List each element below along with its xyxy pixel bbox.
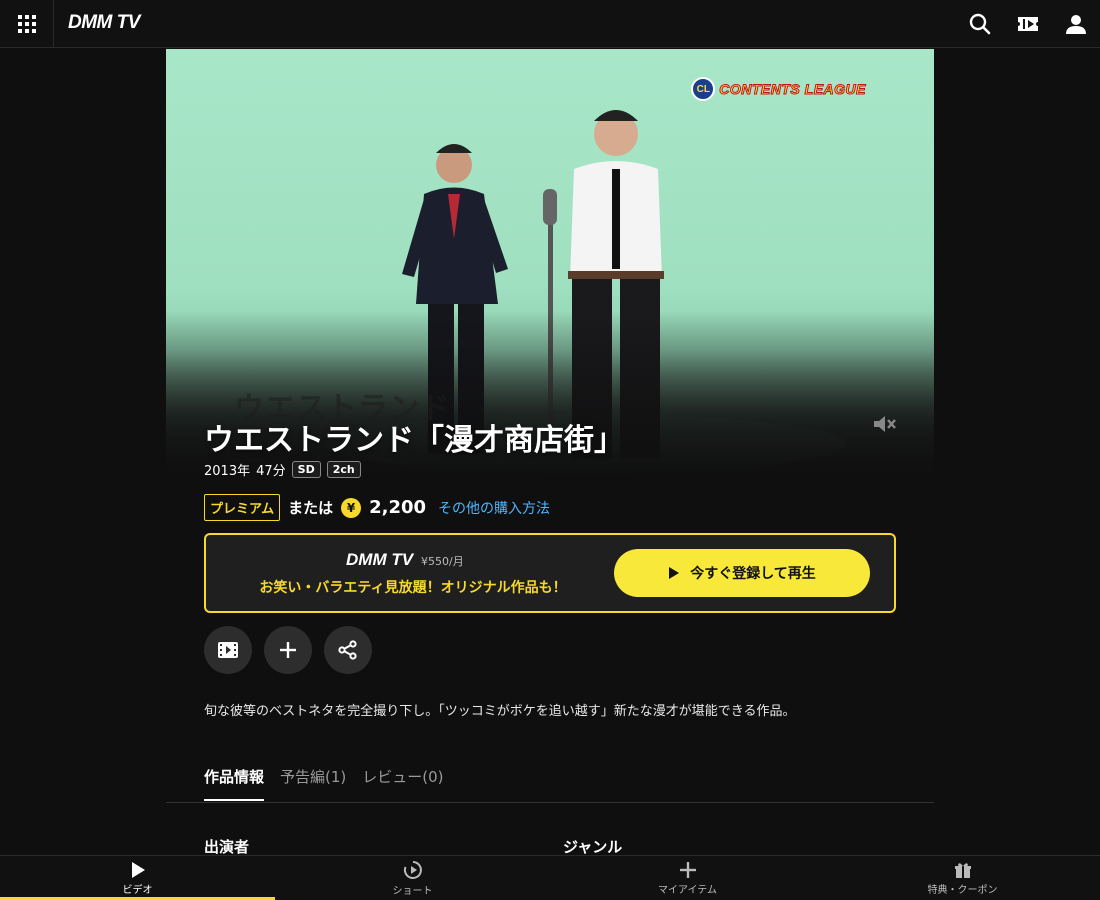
add-icon — [280, 642, 296, 658]
site-logo[interactable]: DMM TV — [68, 12, 140, 34]
add-mylist-button[interactable] — [264, 626, 312, 674]
meta-info: 2013年 47分 SD 2ch — [204, 460, 361, 479]
nav-item-myitem[interactable]: マイアイテム — [550, 856, 825, 900]
price-value: 2,200 — [369, 497, 427, 518]
main-content: CL CONTENTS LEAGUE ウエストランド ウエストランド「漫才商店街… — [166, 49, 934, 855]
action-buttons — [204, 626, 372, 674]
yen-coin-icon: ¥ — [341, 497, 362, 518]
nav-item-short[interactable]: ショート — [275, 856, 550, 900]
short-icon — [403, 860, 422, 879]
quality-badge: SD — [291, 461, 321, 478]
or-label: または — [288, 499, 334, 517]
play-icon — [131, 861, 145, 878]
page-title: ウエストランド「漫才商店街」 — [204, 423, 624, 458]
detail-tabs: 作品情報 予告編(1) レビュー(0) — [204, 766, 444, 801]
nav-item-video[interactable]: ビデオ — [0, 856, 275, 900]
share-button[interactable] — [324, 626, 372, 674]
share-icon — [338, 640, 357, 660]
promo-brand: DMM TV — [346, 550, 414, 569]
nav-label-short: ショート — [392, 885, 433, 897]
premium-badge: プレミアム — [204, 494, 281, 521]
ticket-icon[interactable] — [1014, 10, 1042, 38]
tab-reviews[interactable]: レビュー(0) — [362, 766, 443, 801]
nav-label-myitem: マイアイテム — [658, 884, 717, 896]
cl-text: CONTENTS LEAGUE — [719, 81, 866, 98]
tab-info[interactable]: 作品情報 — [204, 766, 265, 801]
contents-league-logo: CL CONTENTS LEAGUE — [691, 77, 866, 101]
promo-logo: DMM TV ¥550/月 — [346, 550, 464, 570]
other-purchase-link[interactable]: その他の購入方法 — [438, 498, 550, 518]
gift-icon — [954, 862, 971, 878]
genre-heading: ジャンル — [563, 838, 623, 855]
release-year: 2013年 — [204, 464, 251, 479]
duration: 47分 — [256, 464, 286, 479]
nav-label-video: ビデオ — [122, 884, 153, 896]
top-header: DMM TV — [0, 0, 1100, 48]
promo-tagline: お笑い・バラエティ見放題！オリジナル作品も！ — [259, 580, 567, 596]
description: 旬な彼等のベストネタを完全撮り下し。「ツッコミがボケを追い越す」新たな漫才が堪能… — [204, 704, 796, 719]
cast-heading: 出演者 — [204, 838, 250, 855]
grid-menu-icon[interactable] — [0, 0, 54, 48]
trailer-button[interactable] — [204, 626, 252, 674]
subscription-promo: DMM TV ¥550/月 お笑い・バラエティ見放題！オリジナル作品も！ 今すぐ… — [204, 533, 896, 613]
cl-badge: CL — [691, 77, 716, 101]
search-icon[interactable] — [966, 10, 994, 38]
price-row: プレミアム または ¥ 2,200 その他の購入方法 — [204, 494, 550, 521]
audio-badge: 2ch — [326, 461, 361, 478]
tab-trailer[interactable]: 予告編(1) — [280, 766, 346, 801]
register-play-button[interactable]: 今すぐ登録して再生 — [614, 549, 870, 597]
promo-monthly-price: ¥550/月 — [421, 555, 464, 568]
play-icon — [669, 567, 680, 579]
nav-item-coupon[interactable]: 特典・クーポン — [825, 856, 1100, 900]
register-play-label: 今すぐ登録して再生 — [690, 566, 816, 582]
volume-mute-icon[interactable] — [872, 413, 896, 439]
trailer-icon — [218, 642, 238, 658]
plus-icon — [679, 861, 696, 878]
nav-label-coupon: 特典・クーポン — [927, 884, 998, 896]
tabs-divider — [166, 802, 934, 803]
bottom-nav: ビデオ ショート マイアイテム 特典・クーポン — [0, 855, 1100, 900]
user-icon[interactable] — [1062, 10, 1090, 38]
